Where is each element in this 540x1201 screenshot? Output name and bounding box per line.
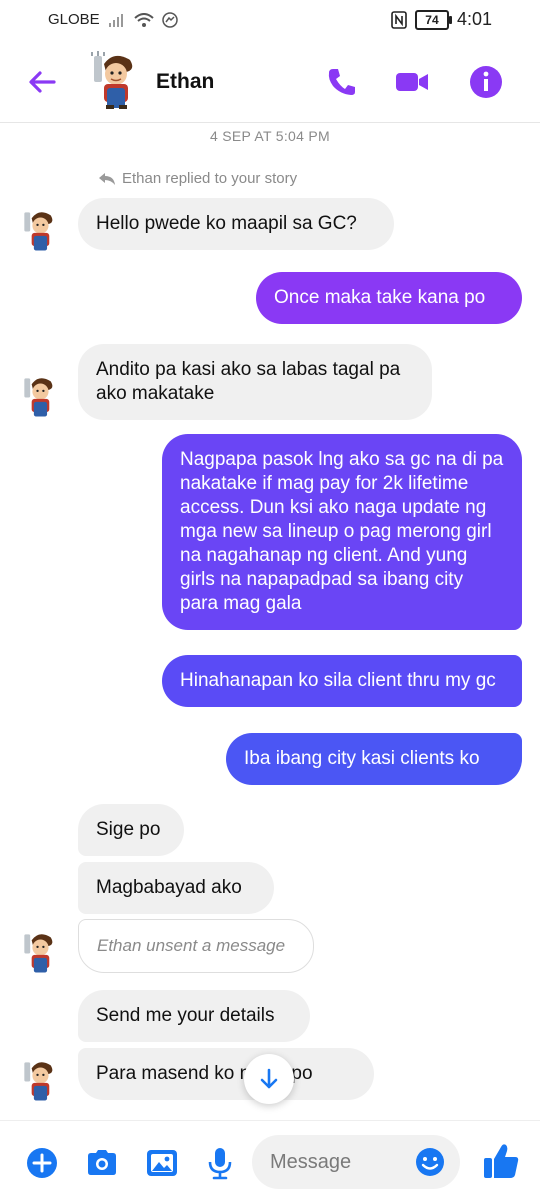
message-input-placeholder: Message [270, 1151, 352, 1173]
message-bubble-outgoing[interactable]: Hinahanapan ko sila client thru my gc [162, 655, 522, 707]
scroll-to-bottom-button[interactable] [244, 1054, 294, 1104]
plus-icon[interactable] [24, 1145, 60, 1181]
carrier-label: GLOBE [48, 11, 100, 28]
video-call-icon[interactable] [394, 64, 430, 100]
phone-call-icon[interactable] [324, 64, 360, 100]
signal-icon [108, 13, 123, 27]
message-bubble-outgoing[interactable]: Nagpapa pasok lng ako sa gc na di pa nak… [162, 434, 522, 630]
thumbs-up-icon[interactable] [482, 1141, 520, 1181]
status-bar: GLOBE 74 4:01 [0, 0, 540, 40]
message-bubble-incoming[interactable]: Hello pwede ko maapil sa GC? [78, 198, 394, 250]
unsent-message-notice: Ethan unsent a message [78, 919, 314, 973]
contact-name[interactable]: Ethan [156, 70, 214, 94]
arrow-down-icon [260, 1068, 278, 1089]
message-bubble-outgoing[interactable]: Once maka take kana po [256, 272, 522, 324]
message-bubble-incoming[interactable]: Para masend ko na 2k po [78, 1048, 374, 1100]
emoji-icon[interactable] [414, 1146, 446, 1178]
clock: 4:01 [456, 9, 492, 29]
nfc-icon [391, 10, 407, 29]
message-composer: Message [0, 1120, 540, 1201]
gallery-icon[interactable] [144, 1145, 180, 1181]
message-thread[interactable]: 4 SEP AT 5:04 PM Ethan replied to your s… [0, 122, 540, 1120]
contact-avatar[interactable] [86, 50, 142, 110]
contact-avatar-small[interactable] [18, 208, 60, 252]
story-reply-note: Ethan replied to your story [98, 170, 297, 187]
date-separator: 4 SEP AT 5:04 PM [210, 128, 330, 144]
back-arrow-icon[interactable] [24, 64, 60, 100]
contact-avatar-small[interactable] [18, 374, 60, 418]
contact-avatar-small[interactable] [18, 930, 60, 974]
message-bubble-incoming[interactable]: Magbabayad ako [78, 862, 274, 914]
reply-arrow-icon [99, 172, 115, 185]
wifi-icon [134, 12, 154, 27]
conversation-header: Ethan [0, 40, 540, 123]
contact-avatar-small[interactable] [18, 1058, 60, 1102]
message-bubble-incoming[interactable]: Sige po [78, 804, 184, 856]
message-bubble-incoming[interactable]: Andito pa kasi ako sa labas tagal pa ako… [78, 344, 432, 420]
battery-indicator: 74 [414, 9, 452, 30]
messenger-notification-icon [161, 11, 178, 28]
message-bubble-outgoing[interactable]: Iba ibang city kasi clients ko [226, 733, 522, 785]
story-reply-text: Ethan replied to your story [122, 170, 298, 187]
info-icon[interactable] [468, 64, 504, 100]
microphone-icon[interactable] [202, 1145, 238, 1181]
message-input[interactable]: Message [252, 1135, 460, 1189]
message-bubble-incoming[interactable]: Send me your details [78, 990, 310, 1042]
camera-icon[interactable] [84, 1145, 120, 1181]
